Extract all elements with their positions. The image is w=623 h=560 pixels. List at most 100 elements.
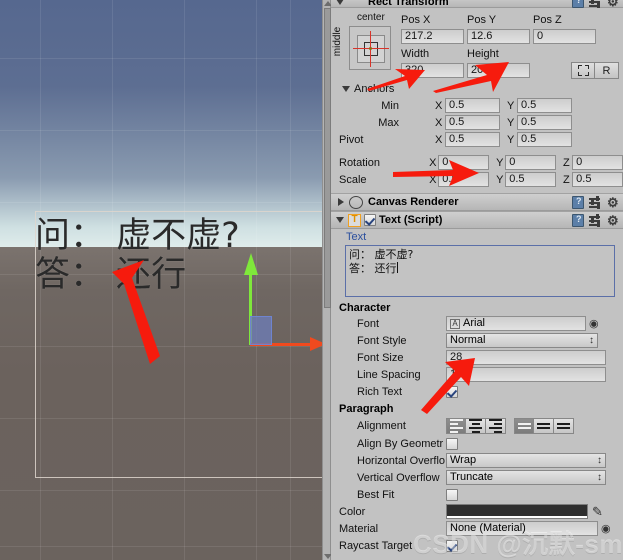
rotation-x-input[interactable]: 0 [438, 155, 490, 170]
anchor-preset-horizontal-label: center [357, 12, 385, 23]
canvas-renderer-icon [349, 195, 363, 209]
align-right-button[interactable] [486, 417, 506, 434]
character-section-header: Character [339, 302, 391, 314]
pivot-y-input[interactable]: 0.5 [517, 132, 572, 147]
pivot-x-input[interactable]: 0.5 [445, 132, 500, 147]
anchor-max-x-input[interactable]: 0.5 [445, 115, 500, 130]
raycast-target-checkbox[interactable] [446, 539, 458, 552]
scale-x-input[interactable]: 0.5 [438, 172, 490, 187]
gear-icon[interactable]: ⚙ [607, 214, 620, 227]
scale-z-input[interactable]: 0.5 [572, 172, 623, 187]
blueprint-mode-button[interactable] [571, 62, 595, 79]
gizmo-x-arrow-icon[interactable] [310, 337, 322, 351]
anchor-max-y-input[interactable]: 0.5 [517, 115, 572, 130]
rich-text-checkbox[interactable] [446, 385, 458, 398]
rotation-row: Rotation X 0 Y 0 Z 0 [331, 154, 623, 171]
component-header-rect-transform[interactable]: Rect Transform ⚙ [331, 0, 623, 8]
vertical-overflow-row: Vertical Overflow Truncate ↕ [331, 469, 623, 486]
foldout-arrow-icon[interactable] [338, 198, 344, 206]
align-middle-button[interactable] [534, 417, 554, 434]
inspector-scrollbar[interactable] [322, 0, 332, 560]
pivot-row: Pivot X 0.5 Y 0.5 [331, 131, 623, 148]
preset-icon[interactable] [589, 196, 602, 209]
axis-y-label: Y [507, 116, 515, 129]
axis-z-label: Z [563, 173, 570, 186]
anchors-foldout[interactable]: Anchors [331, 80, 623, 97]
anchor-max-row: Max X 0.5 Y 0.5 [331, 114, 623, 131]
pivot-label: Pivot [339, 133, 364, 146]
anchor-min-label: Min [381, 99, 399, 112]
anchor-min-y-input[interactable]: 0.5 [517, 98, 572, 113]
rotation-z-input[interactable]: 0 [572, 155, 623, 170]
font-row: Font A Arial ◉ [331, 315, 623, 332]
pos-x-input[interactable]: 217.2 [401, 29, 464, 44]
vertical-overflow-dropdown[interactable]: Truncate ↕ [446, 470, 606, 485]
font-size-input[interactable]: 28 [446, 350, 606, 365]
width-input[interactable]: 320 [401, 63, 464, 78]
raw-edit-mode-button[interactable]: R [595, 62, 619, 79]
scrollbar-thumb[interactable] [324, 8, 331, 308]
best-fit-checkbox[interactable] [446, 488, 458, 501]
text-value-line2: 答： 还行 [349, 262, 397, 275]
help-icon[interactable] [572, 196, 584, 209]
color-swatch[interactable] [446, 504, 588, 519]
component-header-text-script[interactable]: T Text (Script) ⚙ [331, 211, 623, 229]
axis-y-label: Y [496, 173, 504, 186]
height-input[interactable]: 200 [467, 63, 530, 78]
foldout-arrow-icon[interactable] [336, 0, 344, 5]
preset-icon[interactable] [589, 214, 602, 227]
gear-icon[interactable]: ⚙ [607, 196, 620, 209]
font-object-field[interactable]: A Arial [446, 316, 586, 331]
raycast-target-row: Raycast Target [331, 537, 623, 554]
align-center-button[interactable] [466, 417, 486, 434]
foldout-arrow-icon[interactable] [342, 85, 350, 92]
material-object-field[interactable]: None (Material) [446, 521, 598, 536]
anchor-preset-pivot-dot-icon [369, 47, 372, 50]
font-value: Arial [463, 317, 486, 329]
paragraph-section-header: Paragraph [339, 403, 394, 415]
chevron-updown-icon: ↕ [597, 472, 602, 483]
anchors-label: Anchors [354, 82, 395, 95]
font-size-row: Font Size 28 [331, 349, 623, 366]
help-icon[interactable] [572, 0, 584, 8]
help-icon[interactable] [572, 214, 584, 227]
pos-y-input[interactable]: 12.6 [467, 29, 530, 44]
line-spacing-input[interactable]: 1 [446, 367, 606, 382]
scale-y-input[interactable]: 0.5 [505, 172, 557, 187]
axis-x-label: X [435, 116, 443, 129]
align-bottom-button[interactable] [554, 417, 574, 434]
pos-z-label: Pos Z [533, 14, 562, 26]
text-value-textarea[interactable]: 问： 虚不虚? 答： 还行 [345, 245, 615, 297]
preset-icon[interactable] [589, 0, 602, 8]
horizontal-overflow-dropdown[interactable]: Wrap ↕ [446, 453, 606, 468]
inspector-panel[interactable]: Rect Transform ⚙ center middle Pos X Pos… [331, 0, 623, 560]
alignment-horizontal-group[interactable] [446, 417, 506, 434]
foldout-arrow-icon[interactable] [336, 217, 344, 223]
align-top-button[interactable] [514, 417, 534, 434]
chevron-updown-icon: ↕ [589, 335, 594, 346]
anchor-min-x-input[interactable]: 0.5 [445, 98, 500, 113]
alignment-vertical-group[interactable] [514, 417, 574, 434]
align-left-button[interactable] [446, 417, 466, 434]
scene-view[interactable]: 问： 虚不虚? 答： 还行 [0, 0, 322, 560]
text-component-enabled-checkbox[interactable] [364, 214, 376, 226]
rotation-y-input[interactable]: 0 [505, 155, 557, 170]
text-caret [396, 262, 398, 273]
gizmo-xy-plane-handle[interactable] [250, 316, 272, 345]
component-title-text-script: Text (Script) [379, 214, 443, 226]
material-picker-icon[interactable]: ◉ [601, 522, 611, 535]
axis-y-label: Y [507, 133, 515, 146]
pos-z-input[interactable]: 0 [533, 29, 596, 44]
font-picker-icon[interactable]: ◉ [589, 317, 599, 330]
component-header-canvas-renderer[interactable]: Canvas Renderer ⚙ [331, 193, 623, 211]
gizmo-y-arrow-icon[interactable] [244, 253, 258, 275]
rich-text-row: Rich Text [331, 383, 623, 400]
gear-icon[interactable]: ⚙ [607, 0, 620, 8]
align-by-geometry-checkbox[interactable] [446, 437, 458, 450]
eyedropper-icon[interactable]: ✎ [592, 504, 603, 520]
anchor-preset-widget[interactable] [349, 26, 391, 70]
line-spacing-label: Line Spacing [357, 368, 421, 381]
font-style-dropdown[interactable]: Normal ↕ [446, 333, 598, 348]
text-component-icon: T [348, 213, 361, 227]
move-gizmo[interactable] [244, 253, 322, 355]
